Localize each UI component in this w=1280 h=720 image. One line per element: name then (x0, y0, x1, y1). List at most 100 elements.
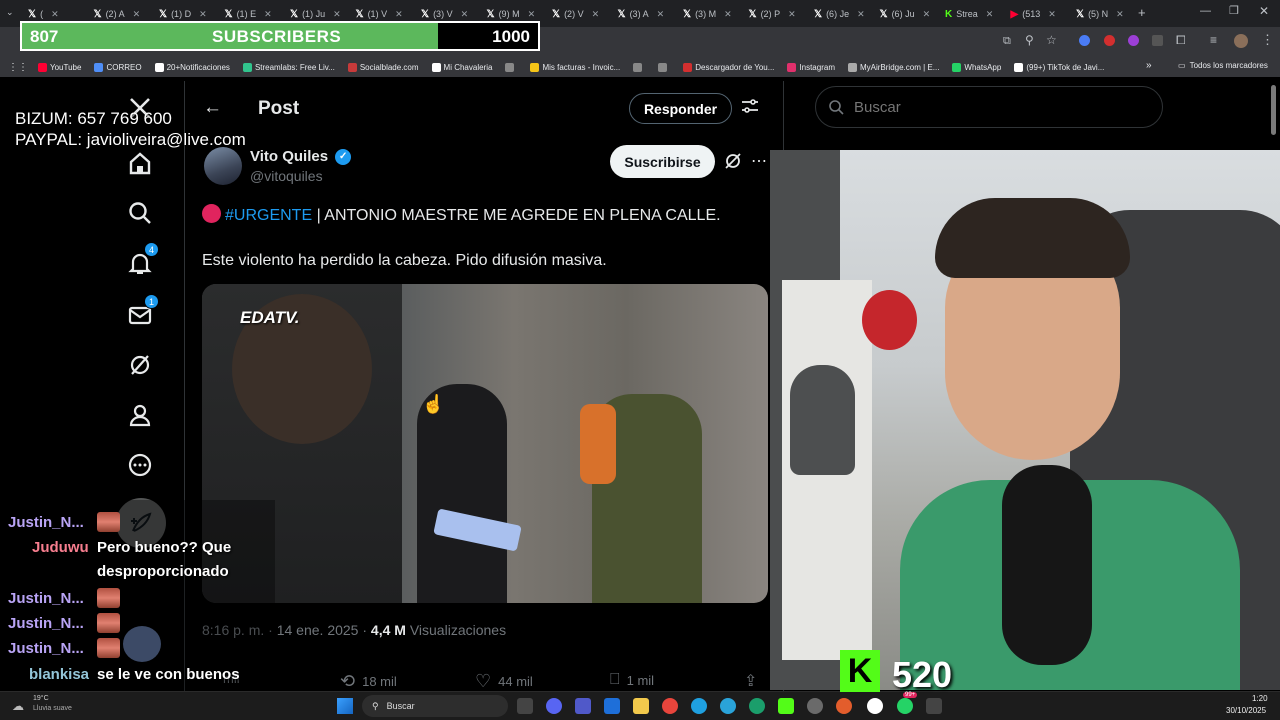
browser-tab[interactable]: 𝕏 (2) P ✕ (749, 4, 796, 24)
browser-tab[interactable]: 𝕏 (6) Ju ✕ (880, 4, 931, 24)
maximize-button[interactable]: ❐ (1229, 4, 1239, 17)
close-tab-icon[interactable]: ✕ (657, 9, 665, 20)
teams-icon[interactable] (575, 698, 591, 714)
author-handle[interactable]: @vitoquiles (250, 168, 323, 184)
profile-icon[interactable] (125, 400, 155, 430)
search-input[interactable] (854, 98, 1134, 116)
bookmark-item[interactable]: MyAirBridge.com | E... (847, 62, 939, 72)
new-tab-button[interactable]: + (1138, 5, 1146, 20)
discord-icon[interactable] (546, 698, 562, 714)
close-window-button[interactable]: ✕ (1259, 4, 1269, 18)
close-tab-icon[interactable]: ✕ (528, 9, 536, 20)
clock-date[interactable]: 30/10/2025 (1226, 706, 1266, 715)
bookmark-action[interactable]: ⎕ 1 mil (610, 671, 654, 689)
app-icon[interactable] (836, 698, 852, 714)
author-name-row[interactable]: Vito Quiles ✓ (250, 148, 352, 166)
bookmark-item[interactable] (633, 62, 645, 72)
messages-envelope-icon[interactable]: 1 (125, 294, 159, 330)
close-tab-icon[interactable]: ✕ (333, 9, 341, 20)
grok-explain-icon[interactable] (724, 152, 742, 175)
browser-tab[interactable]: K Strea ✕ (945, 4, 993, 24)
task-view-icon[interactable] (517, 698, 533, 714)
bookmark-item[interactable] (658, 62, 670, 72)
filter-settings-icon[interactable] (741, 97, 759, 120)
bookmark-item[interactable]: Socialblade.com (347, 62, 419, 72)
close-tab-icon[interactable]: ✕ (395, 9, 403, 20)
browser-tab[interactable]: 𝕏 (3) M ✕ (683, 4, 732, 24)
bookmark-item[interactable]: Descargador de You... (683, 62, 774, 72)
bookmark-item[interactable]: Mi Chavaleria (431, 62, 492, 72)
app-icon[interactable] (807, 698, 823, 714)
windows-start-icon[interactable] (337, 698, 353, 714)
reply-button[interactable]: Responder (629, 93, 732, 124)
apps-grid-icon[interactable]: ⋮⋮ (8, 62, 28, 73)
bookmark-item[interactable]: YouTube (38, 62, 81, 72)
globe-icon[interactable] (749, 698, 765, 714)
bookmark-item[interactable]: CORREO (94, 62, 142, 72)
browser-tab[interactable]: 𝕏 (2) V ✕ (552, 4, 599, 24)
browser-tab[interactable]: 𝕏 (5) N ✕ (1076, 4, 1124, 24)
hashtag-link[interactable]: #URGENTE (225, 207, 312, 224)
close-tab-icon[interactable]: ✕ (986, 9, 994, 20)
taskbar-search[interactable]: ⚲ Buscar (362, 695, 508, 717)
browser-tab[interactable]: 𝕏 (6) Je ✕ (814, 4, 865, 24)
bookmark-item[interactable]: Instagram (787, 62, 835, 72)
telegram-icon[interactable] (720, 698, 736, 714)
kick-app-icon[interactable] (778, 698, 794, 714)
notifications-bell-icon[interactable]: 4 (125, 242, 159, 278)
page-scrollbar[interactable] (1271, 85, 1276, 135)
browser-menu-icon[interactable]: ⋮ (1261, 32, 1274, 48)
more-options-icon[interactable] (125, 450, 155, 480)
tweet-date[interactable]: 14 ene. 2025 (277, 622, 359, 638)
extension-icon[interactable] (1128, 35, 1139, 46)
home-icon[interactable] (125, 148, 155, 178)
close-tab-icon[interactable]: ✕ (857, 9, 865, 20)
install-app-icon[interactable]: ⧉ (1003, 35, 1011, 48)
author-avatar[interactable] (204, 147, 242, 185)
bookmark-item[interactable]: Mis facturas - Invoic... (530, 62, 620, 72)
search-box[interactable] (815, 86, 1163, 128)
grok-icon[interactable] (125, 350, 155, 380)
tab-groups-icon[interactable]: ≡ (1210, 33, 1217, 47)
app-icon[interactable] (926, 698, 942, 714)
bookmark-item[interactable]: (99+) TikTok de Javi... (1014, 62, 1104, 72)
close-tab-icon[interactable]: ✕ (51, 9, 59, 20)
bookmark-item[interactable] (505, 62, 517, 72)
more-dots-icon[interactable]: ⋯ (751, 151, 767, 171)
chrome-icon[interactable] (662, 698, 678, 714)
explore-search-icon[interactable] (125, 198, 155, 228)
close-tab-icon[interactable]: ✕ (461, 9, 469, 20)
profile-avatar[interactable] (1234, 34, 1248, 48)
browser-tab[interactable]: 𝕏 (3) A ✕ (618, 4, 665, 24)
whatsapp-icon[interactable] (897, 698, 913, 714)
repost-action[interactable]: ⟲ 18 mil (340, 671, 397, 692)
more-bookmarks-icon[interactable]: » (1146, 60, 1152, 71)
weather-temp[interactable]: 19°C (33, 695, 49, 702)
zoom-icon[interactable]: ⚲ (1025, 33, 1034, 47)
extension-icon[interactable] (1152, 35, 1163, 46)
close-tab-icon[interactable]: ✕ (788, 9, 796, 20)
close-tab-icon[interactable]: ✕ (264, 9, 272, 20)
tweet-video[interactable]: EDATV. ☝ (202, 284, 768, 603)
obs-icon[interactable] (867, 698, 883, 714)
share-action[interactable]: ⇪ (744, 671, 757, 691)
bookmark-item[interactable]: 20+Notificaciones (154, 62, 230, 72)
bookmark-star-icon[interactable]: ☆ (1046, 33, 1057, 47)
close-tab-icon[interactable]: ✕ (133, 9, 141, 20)
minimize-button[interactable]: — (1200, 5, 1211, 17)
close-tab-icon[interactable]: ✕ (1116, 9, 1124, 20)
all-bookmarks-folder[interactable]: ▭ Todos los marcadores (1178, 61, 1268, 70)
clock-time[interactable]: 1:20 (1252, 694, 1268, 703)
close-tab-icon[interactable]: ✕ (592, 9, 600, 20)
close-tab-icon[interactable]: ✕ (724, 9, 732, 20)
extension-icon[interactable] (1104, 35, 1115, 46)
extension-icon[interactable] (1079, 35, 1090, 46)
like-action[interactable]: ♡ 44 mil (475, 671, 533, 692)
weather-desc[interactable]: Lluvia suave (33, 705, 72, 712)
close-tab-icon[interactable]: ✕ (1048, 9, 1056, 20)
subscribe-button[interactable]: Suscribirse (610, 145, 715, 178)
close-tab-icon[interactable]: ✕ (923, 9, 931, 20)
browser-tab[interactable]: ▶ (513 ✕ (1011, 4, 1056, 24)
close-tab-icon[interactable]: ✕ (199, 9, 207, 20)
edge-icon[interactable] (691, 698, 707, 714)
